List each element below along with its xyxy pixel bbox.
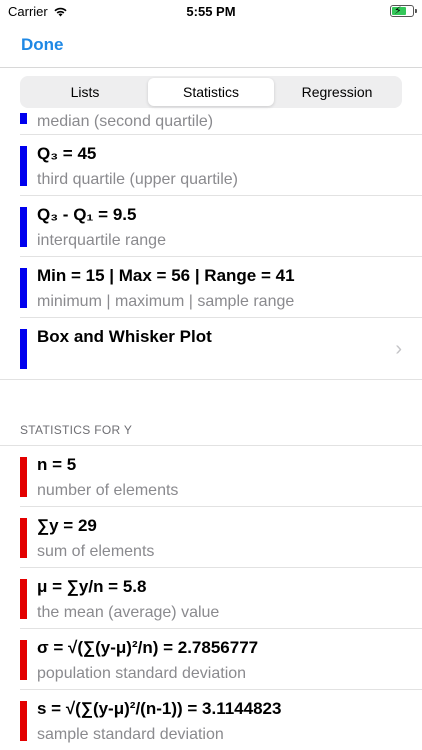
stat-description: third quartile (upper quartile) <box>37 171 238 188</box>
list-item: ∑y = 29 sum of elements <box>20 507 422 568</box>
stat-description: minimum | maximum | sample range <box>37 293 295 310</box>
status-bar: Carrier 5:55 PM ⚡ <box>0 0 422 24</box>
stat-description: population standard deviation <box>37 665 247 682</box>
stat-value: ∑y = 29 <box>37 516 97 535</box>
stat-value: s = √(∑(y-μ)²/(n-1)) = 3.1144823 <box>37 699 282 718</box>
stat-description: number of elements <box>37 482 179 499</box>
chevron-right-icon: › <box>395 338 402 360</box>
series-y-marker <box>20 640 27 680</box>
stat-value: μ = ∑y/n = 5.8 <box>37 577 147 596</box>
stat-description: sample standard deviation <box>37 726 224 743</box>
stat-description: the mean (average) value <box>37 604 220 621</box>
stat-value: Min = 15 | Max = 56 | Range = 41 <box>37 266 295 285</box>
stat-description: sum of elements <box>37 543 155 560</box>
section-header-y: STATISTICS FOR Y <box>0 380 422 445</box>
stat-value: Q₃ - Q₁ = 9.5 <box>37 205 137 224</box>
series-x-marker <box>20 329 27 369</box>
navigation-bar: Done <box>0 24 422 68</box>
series-y-marker <box>20 457 27 497</box>
list-item: σ = √(∑(y-μ)²/n) = 2.7856777 population … <box>20 629 422 690</box>
list-item: s = √(∑(y-μ)²/(n-1)) = 3.1144823 sample … <box>20 690 422 750</box>
tab-lists[interactable]: Lists <box>22 78 148 106</box>
series-y-marker <box>20 518 27 558</box>
series-y-marker <box>20 579 27 619</box>
stat-description: median (second quartile) <box>37 113 214 130</box>
series-x-marker <box>20 268 27 308</box>
list-item: μ = ∑y/n = 5.8 the mean (average) value <box>20 568 422 629</box>
stat-value: Q₃ = 45 <box>37 144 97 163</box>
list-item: median (second quartile) <box>20 113 422 135</box>
done-button[interactable]: Done <box>21 35 64 55</box>
box-whisker-plot-row[interactable]: Box and Whisker Plot › <box>20 318 422 379</box>
list-item: Min = 15 | Max = 56 | Range = 41 minimum… <box>20 257 422 318</box>
stat-description: interquartile range <box>37 232 166 249</box>
list-item: Q₃ = 45 third quartile (upper quartile) <box>20 135 422 196</box>
battery-icon: ⚡ <box>390 5 417 17</box>
box-whisker-plot-label: Box and Whisker Plot <box>37 327 212 346</box>
tab-segmented-control: Lists Statistics Regression <box>20 76 402 108</box>
list-item: n = 5 number of elements <box>20 446 422 507</box>
tab-statistics[interactable]: Statistics <box>148 78 274 106</box>
tab-regression[interactable]: Regression <box>274 78 400 106</box>
series-y-marker <box>20 701 27 741</box>
series-x-marker <box>20 146 27 186</box>
stat-value: n = 5 <box>37 455 77 474</box>
series-x-marker <box>20 207 27 247</box>
statistics-list[interactable]: median (second quartile) Q₃ = 45 third q… <box>0 113 422 750</box>
section-title: STATISTICS FOR Y <box>20 423 133 437</box>
status-time: 5:55 PM <box>186 4 236 19</box>
charging-bolt-icon: ⚡ <box>394 5 402 17</box>
list-item: Q₃ - Q₁ = 9.5 interquartile range <box>20 196 422 257</box>
stat-value: σ = √(∑(y-μ)²/n) = 2.7856777 <box>37 638 259 657</box>
series-x-marker <box>20 113 27 124</box>
